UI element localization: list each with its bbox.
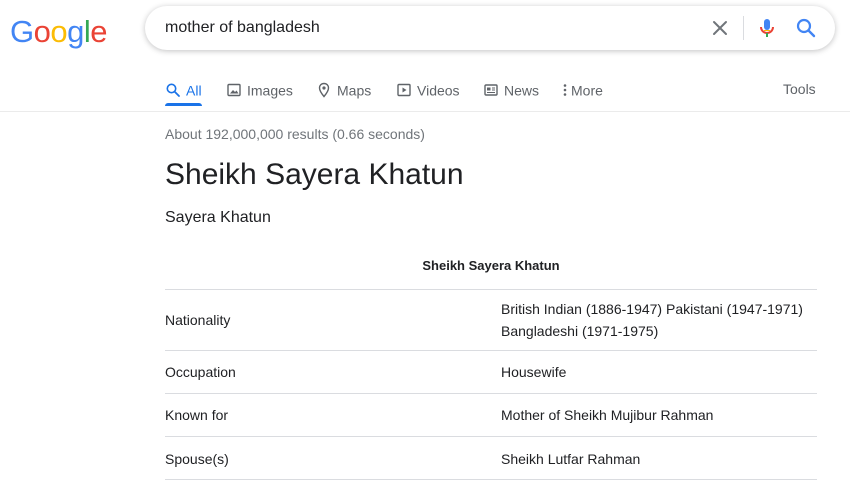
logo-letter: e (90, 14, 108, 49)
infobox-bottom-border (165, 479, 817, 480)
infobox-value: Housewife (501, 361, 811, 383)
tab-label: Maps (337, 82, 372, 99)
search-box-divider (743, 16, 744, 40)
knowledge-panel-title: Sheikh Sayera Khatun (165, 158, 464, 191)
search-input[interactable] (165, 6, 695, 50)
header-divider (0, 111, 850, 112)
clear-search-button[interactable] (708, 16, 732, 40)
tab-more[interactable]: More (561, 76, 603, 106)
infobox-value-line: Mother of Sheikh Mujibur Rahman (501, 407, 714, 423)
search-box (145, 6, 835, 50)
infobox-row-occupation: Occupation Housewife (165, 350, 817, 394)
logo-letter: g (67, 14, 84, 49)
tab-label: News (504, 82, 540, 99)
infobox-value: Mother of Sheikh Mujibur Rahman (501, 404, 811, 426)
tab-label: Images (247, 82, 293, 99)
infobox-key: Known for (165, 407, 229, 423)
infobox-caption: Sheikh Sayera Khatun (422, 258, 560, 273)
infobox-key: Occupation (165, 364, 236, 380)
infobox-value-line: Sheikh Lutfar Rahman (501, 451, 641, 467)
search-button[interactable] (794, 16, 818, 40)
video-icon (397, 84, 411, 97)
close-icon (713, 21, 727, 35)
tab-videos[interactable]: Videos (396, 76, 460, 106)
tab-all[interactable]: All (165, 76, 202, 106)
infobox-key: Spouse(s) (165, 451, 229, 467)
logo-letter: o (50, 14, 68, 49)
infobox-value-line: Bangladeshi (1971-1975) (501, 323, 659, 339)
infobox-row-known-for: Known for Mother of Sheikh Mujibur Rahma… (165, 393, 817, 437)
tools-button[interactable]: Tools (783, 76, 816, 102)
voice-search-button[interactable] (755, 16, 779, 40)
search-icon (166, 83, 180, 98)
infobox-key: Nationality (165, 312, 231, 328)
microphone-icon (760, 19, 774, 37)
infobox-value: British Indian (1886-1947) Pakistani (19… (501, 298, 811, 342)
infobox-value-line: Housewife (501, 364, 567, 380)
infobox-value: Sheikh Lutfar Rahman (501, 448, 811, 470)
image-icon (227, 84, 241, 97)
tab-images[interactable]: Images (226, 76, 293, 106)
logo-letter: G (10, 14, 34, 49)
map-pin-icon (318, 83, 330, 98)
google-logo[interactable]: Google (10, 14, 108, 50)
tab-label: Videos (417, 82, 460, 99)
infobox-row-nationality: Nationality British Indian (1886-1947) P… (165, 289, 817, 351)
result-stats: About 192,000,000 results (0.66 seconds) (165, 126, 425, 142)
infobox-row-spouse: Spouse(s) Sheikh Lutfar Rahman (165, 436, 817, 480)
active-tab-indicator (165, 103, 202, 106)
tab-maps[interactable]: Maps (316, 76, 371, 106)
tab-label: More (571, 82, 603, 99)
infobox-value-line: British Indian (1886-1947) Pakistani (19… (501, 301, 803, 317)
logo-letter: o (33, 14, 51, 49)
more-vert-icon (563, 84, 567, 97)
tab-label: All (186, 82, 202, 99)
search-icon (796, 18, 816, 38)
knowledge-panel-subtitle: Sayera Khatun (165, 209, 271, 226)
news-icon (484, 84, 498, 96)
tab-news[interactable]: News (483, 76, 539, 106)
